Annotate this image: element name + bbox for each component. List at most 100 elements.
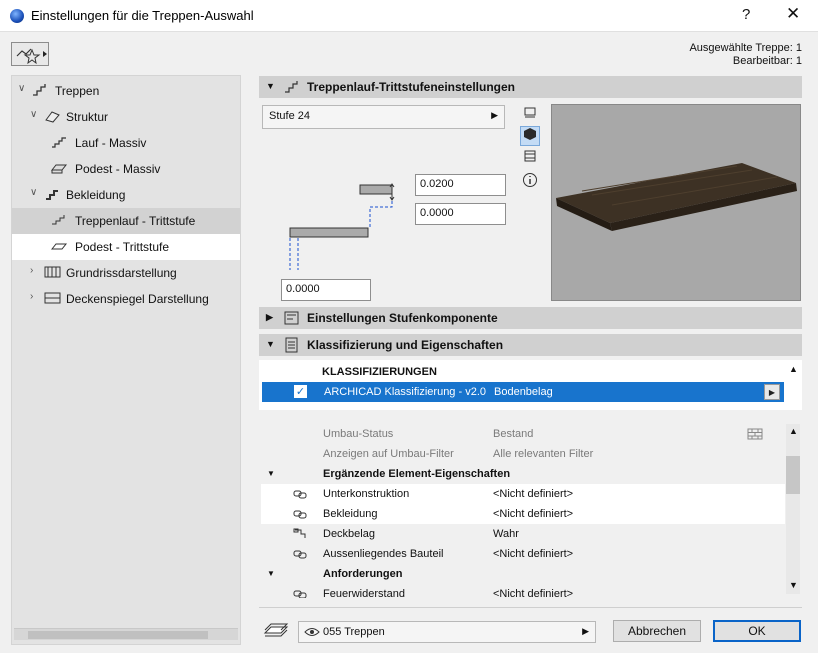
classification-scrollbar[interactable]: ▲	[786, 362, 800, 402]
scroll-down-icon[interactable]: ▼	[789, 580, 798, 590]
triangle-down-icon[interactable]: ▼	[266, 339, 275, 349]
3d-preview[interactable]	[551, 104, 801, 301]
triangle-right-icon[interactable]: ▶	[266, 312, 273, 323]
chevron-right-icon[interactable]: ›	[30, 291, 33, 302]
property-value: Bestand	[493, 428, 534, 440]
property-name: Bekleidung	[323, 508, 378, 520]
layer-dropdown[interactable]: 055 Treppen ▶	[298, 621, 596, 643]
tree-item-treppen[interactable]: ∨ Treppen	[12, 78, 240, 104]
triangle-down-icon[interactable]: ▼	[267, 569, 275, 578]
classification-picker-button[interactable]: ▶	[764, 384, 780, 400]
ceiling-plan-icon	[44, 292, 61, 304]
property-row[interactable]: Bekleidung <Nicht definiert>	[261, 504, 785, 524]
plan-view-button[interactable]	[520, 105, 540, 125]
property-row[interactable]: Umbau-Status Bestand	[261, 424, 785, 444]
landing-tread-icon	[50, 243, 68, 250]
property-row[interactable]: Deckbelag Wahr	[261, 524, 785, 544]
scroll-up-icon[interactable]: ▲	[789, 426, 798, 436]
tree-label: Bekleidung	[66, 188, 126, 202]
tread-thickness-field[interactable]: 0.0200	[415, 174, 506, 196]
title-bar: Einstellungen für die Treppen-Auswahl ? …	[0, 0, 818, 32]
chevron-down-icon[interactable]: ∨	[30, 109, 37, 120]
window-title: Einstellungen für die Treppen-Auswahl	[31, 8, 254, 23]
cancel-button[interactable]: Abbrechen	[613, 620, 701, 642]
structure-icon	[45, 111, 60, 123]
boolean-icon	[293, 528, 306, 538]
tree-label: Treppenlauf - Trittstufe	[75, 214, 196, 228]
layers-icon	[263, 623, 289, 637]
classification-row[interactable]: ✓ ARCHICAD Klassifizierung - v2.0 Bodenb…	[262, 382, 784, 402]
property-row[interactable]: Feuerwiderstand <Nicht definiert>	[261, 584, 785, 598]
layer-value: 055 Treppen	[323, 626, 385, 638]
triangle-right-icon: ▶	[491, 110, 498, 120]
chevron-down-icon[interactable]: ∨	[30, 187, 37, 198]
scrollbar-thumb[interactable]	[786, 456, 800, 494]
section-title: Klassifizierung und Eigenschaften	[307, 338, 504, 352]
property-group-row[interactable]: ▼ Anforderungen	[261, 564, 785, 584]
properties-scrollbar[interactable]: ▲ ▼	[786, 424, 800, 594]
ok-button[interactable]: OK	[713, 620, 801, 642]
tree-item-treppenlauf-trittstufe[interactable]: Treppenlauf - Trittstufe	[12, 208, 240, 234]
section-classification[interactable]: ▼ Klassifizierung und Eigenschaften	[259, 334, 802, 356]
favorites-button[interactable]	[11, 42, 49, 66]
checkbox[interactable]: ✓	[294, 385, 307, 398]
tree-item-deckenspiegel[interactable]: › Deckenspiegel Darstellung	[12, 286, 240, 312]
property-row[interactable]: Unterkonstruktion <Nicht definiert>	[261, 484, 785, 504]
triangle-down-icon[interactable]: ▼	[266, 81, 275, 91]
3d-view-button[interactable]	[520, 126, 540, 146]
section-title: Treppenlauf-Trittstufeneinstellungen	[307, 80, 516, 94]
tree-item-lauf-massiv[interactable]: Lauf - Massiv	[12, 130, 240, 156]
brick-wall-icon	[747, 428, 763, 440]
floor-plan-icon	[44, 266, 61, 278]
property-name: Anzeigen auf Umbau-Filter	[323, 448, 454, 460]
tree-item-podest-trittstufe[interactable]: Podest - Trittstufe	[12, 234, 240, 260]
stair-icon	[33, 84, 46, 96]
tree-horizontal-scrollbar[interactable]	[14, 628, 238, 640]
section-tread-settings[interactable]: ▼ Treppenlauf-Trittstufeneinstellungen	[259, 76, 802, 98]
property-name: Aussenliegendes Bauteil	[323, 548, 444, 560]
tread-offset-field[interactable]: 0.0000	[415, 203, 506, 225]
chevron-right-icon[interactable]: ›	[30, 265, 33, 276]
section-view-button[interactable]	[520, 149, 540, 169]
property-name: Unterkonstruktion	[323, 488, 410, 500]
cladding-icon	[46, 190, 58, 200]
tree-item-bekleidung[interactable]: ∨ Bekleidung	[12, 182, 240, 208]
tree-label: Grundrissdarstellung	[66, 266, 177, 280]
scrollbar-thumb[interactable]	[28, 631, 208, 639]
triangle-down-icon[interactable]: ▼	[267, 469, 275, 478]
property-group-row[interactable]: ▼ Ergänzende Element-Eigenschaften	[261, 464, 785, 484]
property-row[interactable]: Aussenliegendes Bauteil <Nicht definiert…	[261, 544, 785, 564]
tree-label: Podest - Massiv	[75, 162, 161, 176]
tree-item-struktur[interactable]: ∨ Struktur	[12, 104, 240, 130]
close-button[interactable]: ✕	[786, 4, 800, 24]
section-components[interactable]: ▶ Einstellungen Stufenkomponente	[259, 307, 802, 329]
favorites-star-icon	[16, 48, 47, 65]
info-icon	[523, 173, 537, 187]
property-row[interactable]: Anzeigen auf Umbau-Filter Alle relevante…	[261, 444, 785, 464]
tree-item-grundrissdarstellung[interactable]: › Grundrissdarstellung	[12, 260, 240, 286]
tread-profile-dropdown[interactable]: Stufe 24 ▶	[262, 105, 505, 129]
link-icon	[293, 490, 307, 499]
tree-label: Podest - Trittstufe	[75, 240, 170, 254]
property-value: <Nicht definiert>	[493, 488, 574, 500]
component-settings-icon	[284, 311, 299, 325]
tread-profile-value: Stufe 24	[269, 110, 310, 122]
section-title: Einstellungen Stufenkomponente	[307, 311, 498, 325]
tree-item-podest-massiv[interactable]: Podest - Massiv	[12, 156, 240, 182]
selection-info: Ausgewählte Treppe: 1 Bearbeitbar: 1	[689, 42, 802, 68]
tread-icon	[52, 215, 65, 225]
eye-icon	[304, 628, 320, 636]
triangle-right-icon: ▶	[582, 626, 589, 636]
archicad-logo-icon	[10, 9, 24, 23]
classifications-header: KLASSIFIZIERUNGEN	[322, 366, 437, 378]
property-value: <Nicht definiert>	[493, 548, 574, 560]
tread-bottom-field[interactable]: 0.0000	[281, 279, 371, 301]
link-icon	[293, 510, 307, 519]
stair-flight-icon	[52, 137, 66, 148]
scroll-up-icon[interactable]: ▲	[789, 364, 798, 374]
document-icon	[285, 337, 298, 353]
help-button[interactable]: ?	[742, 6, 750, 23]
chevron-down-icon[interactable]: ∨	[18, 83, 25, 94]
info-button[interactable]	[520, 172, 540, 192]
property-name: Umbau-Status	[323, 428, 394, 440]
